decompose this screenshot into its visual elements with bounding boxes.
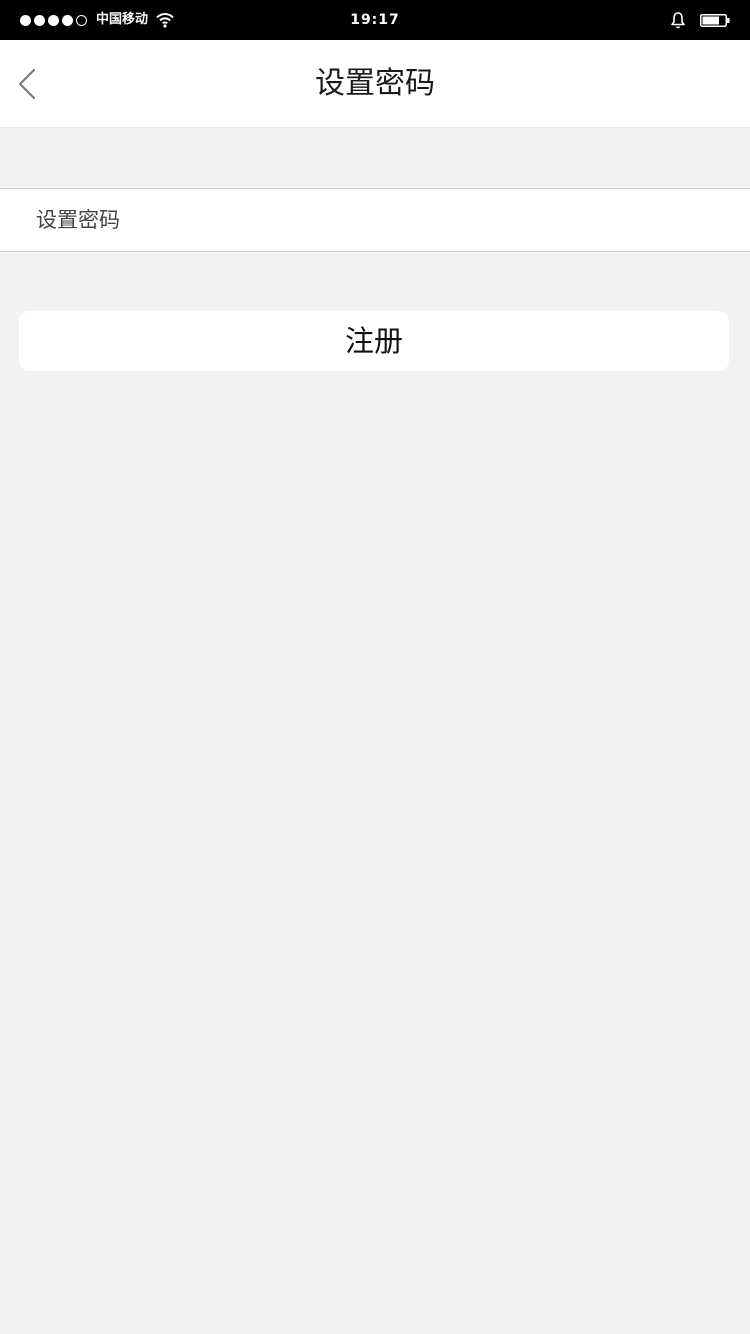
- status-bar: 中国移动 19:17: [0, 0, 750, 40]
- bell-icon: [671, 12, 685, 29]
- battery-icon: [700, 14, 730, 27]
- navigation-bar: 设置密码: [0, 40, 750, 128]
- status-time: 19:17: [350, 12, 400, 28]
- password-input[interactable]: [36, 199, 716, 241]
- register-button[interactable]: 注册: [19, 311, 729, 371]
- battery-level-fill: [702, 16, 719, 25]
- password-field-row: [0, 188, 750, 252]
- page-title: 设置密码: [315, 66, 435, 101]
